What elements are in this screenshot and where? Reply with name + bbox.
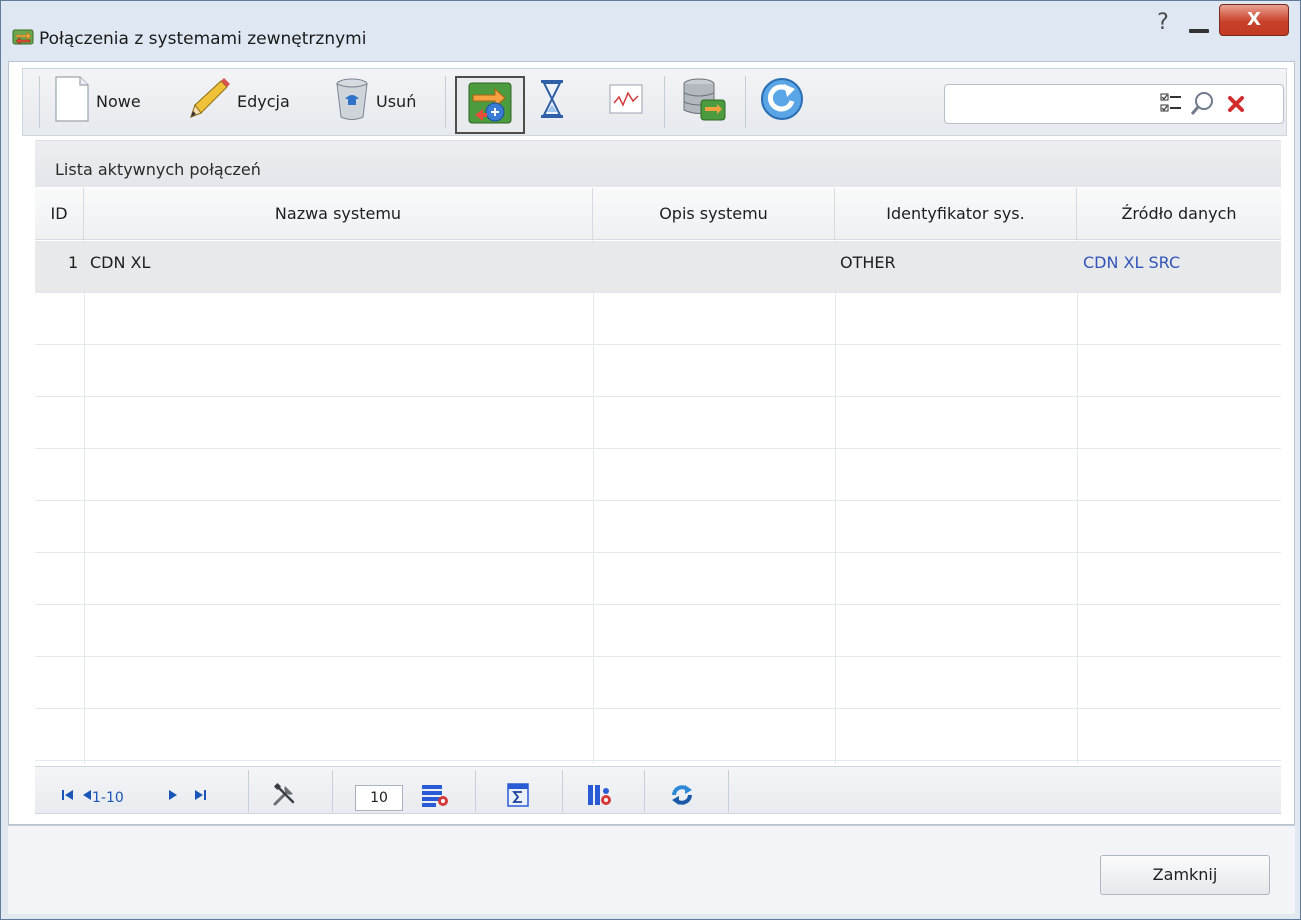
edit-button-label: Edycja [237,91,290,111]
delete-button-label: Usuń [376,91,417,111]
help-button[interactable]: ? [1151,9,1175,37]
cell-name: CDN XL [90,253,151,272]
pager-bar [35,766,1281,814]
cell-identifier: OTHER [840,253,896,272]
clear-x-icon[interactable] [1225,93,1247,119]
connections-app-icon [12,28,34,46]
toolbar-separator [664,76,665,128]
sync-connection-button[interactable] [455,76,525,134]
column-divider [84,240,85,764]
column-header-description[interactable]: Opis systemu [593,188,835,240]
new-button-label: Nowe [96,91,141,111]
recycle-bin-icon [332,75,372,127]
grid-title: Lista aktywnych połączeń [55,160,261,179]
chart-icon [606,79,646,123]
sum-icon[interactable] [506,782,530,807]
magnifier-icon[interactable] [1189,90,1215,122]
pager-separator [562,770,563,812]
toolbar-separator [39,76,40,128]
row-divider [35,552,1281,553]
row-divider [35,396,1281,397]
history-button[interactable] [537,76,567,126]
title-bar: Połączenia z systemami zewnętrznymi ? X [1,1,1300,61]
page-size-input[interactable]: 10 [355,785,403,811]
column-header-data-source[interactable]: Źródło danych [1077,188,1281,240]
next-page-icon[interactable] [167,788,179,806]
row-divider [35,344,1281,345]
window-title: Połączenia z systemami zewnętrznymi [39,29,367,49]
column-header-id[interactable]: ID [35,188,84,240]
delete-button[interactable]: Usuń [332,76,416,126]
cell-data-source-link[interactable]: CDN XL SRC [1083,253,1180,272]
statistics-button[interactable] [606,76,646,126]
pager-separator [644,770,645,812]
database-sync-button[interactable] [679,76,727,126]
refresh-icon [759,76,805,126]
close-button[interactable]: Zamknij [1100,855,1270,895]
row-divider [35,500,1281,501]
database-sync-icon [679,76,727,126]
sync-connection-icon [467,81,513,129]
search-input[interactable] [951,91,1151,117]
pencil-icon [185,75,233,127]
column-divider [835,240,836,764]
dialog-window: Połączenia z systemami zewnętrznymi ? X … [0,0,1301,920]
pager-separator [332,770,333,812]
minimize-button[interactable] [1181,11,1217,37]
toolbar-separator [745,76,746,128]
grid-refresh-icon[interactable] [669,782,693,806]
edit-button[interactable]: Edycja [185,76,290,126]
row-divider [35,708,1281,709]
column-header-name[interactable]: Nazwa systemu [84,188,593,240]
column-divider [593,240,594,764]
hourglass-icon [537,77,567,125]
row-divider [35,448,1281,449]
pager-separator [475,770,476,812]
filter-checklist-icon[interactable] [1159,91,1183,121]
new-button[interactable]: Nowe [52,76,141,126]
rows-per-page-icon[interactable] [421,782,448,807]
pager-separator [728,770,729,812]
column-divider [1077,240,1078,764]
columns-settings-icon[interactable] [586,782,611,806]
search-box [944,84,1284,124]
first-page-icon[interactable] [61,788,75,806]
last-page-icon[interactable] [193,788,207,806]
row-divider [35,604,1281,605]
tools-icon[interactable] [271,782,295,806]
cell-id: 1 [68,253,79,272]
minimize-icon [1189,29,1209,33]
refresh-button[interactable] [759,76,805,126]
new-document-icon [52,75,92,127]
row-divider [35,760,1281,761]
row-divider [35,656,1281,657]
pager-separator [248,770,249,812]
column-header-identifier[interactable]: Identyfikator sys. [835,188,1077,240]
row-divider [35,292,1281,293]
toolbar-separator [445,76,446,128]
close-window-x-button[interactable]: X [1219,4,1289,36]
pager-range-text: 1-10 [92,790,124,806]
